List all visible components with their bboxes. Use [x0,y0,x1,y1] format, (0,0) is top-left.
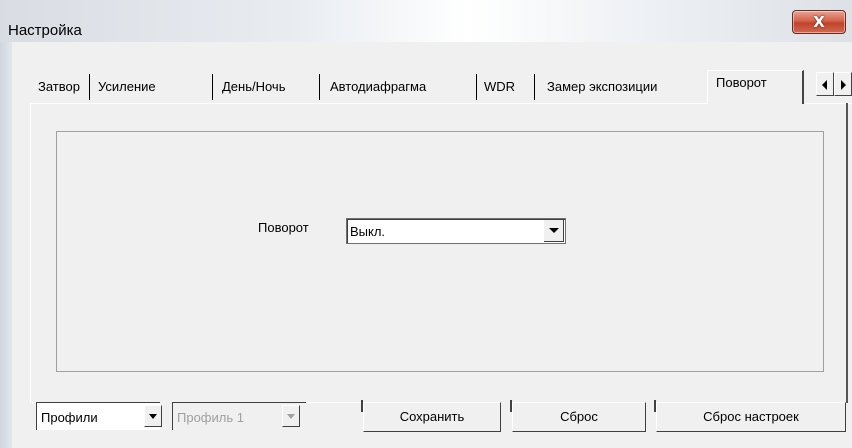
window-left-border [0,42,12,448]
chevron-down-icon [549,228,559,233]
tab-shutter[interactable]: Затвор [38,74,80,100]
tab-wdr[interactable]: WDR [484,74,515,100]
profiles-combo-value: Профили [41,410,98,425]
tab-scroll-left-button[interactable] [816,72,834,96]
chevron-down-icon [149,414,157,419]
chevron-down-icon [287,414,295,419]
profiles-combo[interactable]: Профили [36,402,160,430]
profile-combo-value: Профиль 1 [177,410,244,425]
scroll-left-icon [822,80,827,90]
tab-day-night[interactable]: День/Ночь [222,74,285,100]
bottom-divider [306,402,362,403]
window-title: Настройка [8,22,82,39]
tab-exposure-metering[interactable]: Замер экспозиции [547,74,657,100]
tab-divider [89,74,90,100]
profiles-dropdown-button[interactable] [144,405,162,427]
tab-divider [319,74,320,100]
tab-scroll-right-button[interactable] [834,72,852,96]
close-button[interactable]: X [792,10,846,34]
tab-rotation-label: Поворот [716,75,767,90]
save-button[interactable]: Сохранить [363,402,501,432]
tab-page-left-border [30,103,31,403]
rotation-label: Поворот [258,220,309,235]
rotation-select-value: Выкл. [350,224,386,239]
reset-settings-button[interactable]: Сброс настроек [656,402,846,432]
close-icon: X [813,13,825,31]
tab-gain[interactable]: Усиление [98,74,156,100]
tab-divider [534,74,535,100]
tab-divider [476,74,477,100]
profile-dropdown-button[interactable] [282,405,300,427]
scroll-right-icon [841,80,846,90]
tab-divider [212,74,213,100]
rotation-select[interactable]: Выкл. [346,218,566,244]
title-bar: Настройка X [0,0,852,42]
reset-button[interactable]: Сброс [512,402,646,432]
dropdown-button[interactable] [543,220,564,242]
tab-page-right-border [846,103,848,403]
tab-page-top-border [30,103,707,104]
tab-auto-iris[interactable]: Автодиафрагма [330,74,426,100]
rotation-panel [56,131,824,372]
settings-window: Настройка X Затвор Усиление День/Ночь Ав… [0,0,852,448]
